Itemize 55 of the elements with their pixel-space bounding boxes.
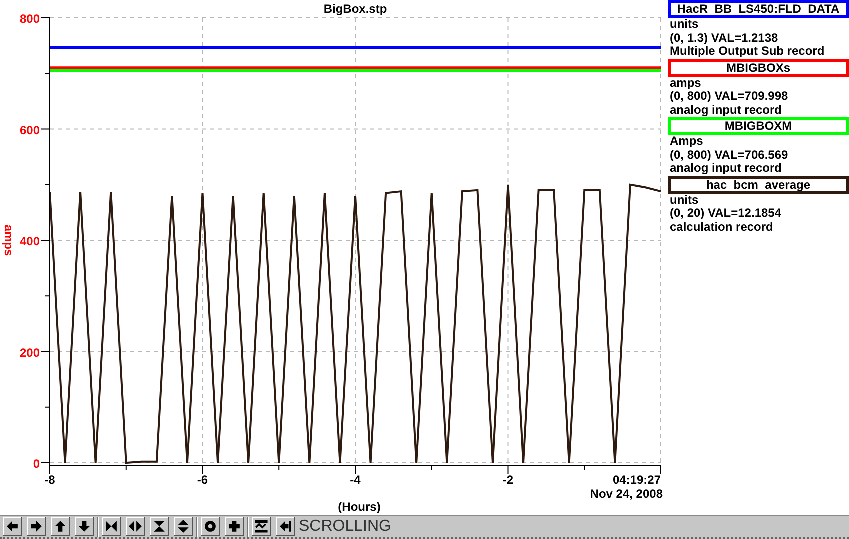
mode-status: SCROLLING — [299, 516, 392, 536]
ring-icon — [204, 520, 217, 533]
diamond-triangles-button[interactable] — [174, 517, 193, 536]
legend-header: MBIGBOXM — [668, 117, 849, 135]
y-tick-label: 600 — [20, 123, 40, 138]
x-tick-label: -8 — [44, 473, 56, 487]
chart-title: BigBox.stp — [324, 2, 388, 16]
record-type: Multiple Output Sub record — [669, 45, 826, 58]
right-arrow-button[interactable] — [27, 517, 46, 536]
plus-icon — [228, 520, 241, 533]
x-axis-title: (Hours) — [338, 500, 381, 514]
x-tick-label: -4 — [350, 473, 361, 487]
y-tick-label: 400 — [20, 234, 40, 248]
legend-header: hac_bcm_average — [668, 176, 849, 194]
wave-button[interactable] — [252, 517, 271, 536]
x-tick-label: -2 — [502, 473, 514, 487]
down-arrow-icon — [78, 520, 91, 533]
up-arrow-icon — [54, 520, 67, 533]
hourglass-button[interactable] — [150, 517, 169, 536]
x-tick-label: -6 — [197, 473, 208, 487]
outward-triangles-button[interactable] — [126, 517, 145, 536]
units-label: Amps — [669, 135, 704, 148]
value-reading: (0, 800) VAL=709.998 — [669, 90, 790, 104]
legend-header: MBIGBOXs — [668, 58, 849, 76]
value-reading: (0, 20) VAL=12.1854 — [669, 207, 783, 220]
right-arrow-icon — [30, 520, 43, 533]
arrow-to-bar-button[interactable] — [276, 517, 295, 536]
up-arrow-button[interactable] — [51, 517, 70, 536]
diamond-triangles-icon — [177, 520, 190, 533]
units-label: units — [669, 18, 700, 32]
hourglass-icon — [153, 520, 166, 533]
left-arrow-icon — [6, 520, 19, 533]
date-label: Nov 24, 2008 — [590, 487, 663, 501]
record-type: calculation record — [669, 220, 774, 234]
arrow-to-bar-icon — [279, 520, 292, 533]
inward-triangles-icon — [105, 520, 118, 533]
time-label: 04:19:27 — [612, 473, 661, 487]
y-tick-label: 800 — [20, 12, 40, 26]
plus-button[interactable] — [225, 517, 244, 536]
units-label: units — [669, 194, 700, 207]
y-axis-title: amps — [2, 224, 16, 256]
legend-header: HacR_BB_LS450:FLD_DATA — [668, 0, 849, 18]
inward-triangles-button[interactable] — [102, 517, 121, 536]
ring-button[interactable] — [201, 517, 220, 536]
wave-icon — [255, 520, 268, 533]
left-arrow-button[interactable] — [3, 517, 22, 536]
units-label: amps — [669, 76, 702, 90]
y-tick-label: 200 — [20, 346, 40, 360]
y-tick-label: 0 — [33, 457, 40, 471]
value-reading: (0, 1.3) VAL=1.2138 — [669, 32, 780, 45]
outward-triangles-icon — [129, 520, 142, 533]
record-type: analog input record — [669, 162, 784, 176]
value-reading: (0, 800) VAL=706.569 — [669, 148, 790, 162]
record-type: analog input record — [669, 104, 784, 117]
down-arrow-button[interactable] — [75, 517, 94, 536]
